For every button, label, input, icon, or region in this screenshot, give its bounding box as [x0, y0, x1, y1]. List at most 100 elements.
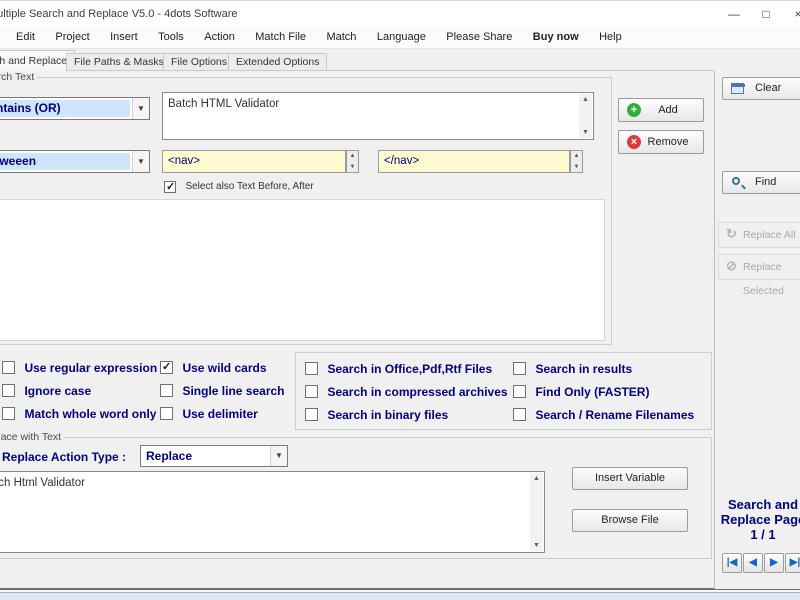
match-type-value: Contains (OR) — [0, 101, 61, 115]
nav-previous-button[interactable]: ◀ — [743, 553, 763, 573]
search-terms-list[interactable] — [0, 199, 605, 341]
search-text-area[interactable]: Batch HTML Validator ▲ ▼ — [162, 92, 594, 140]
browse-file-button[interactable]: Browse File — [572, 509, 688, 532]
window-title: Multiple Search and Replace V5.0 - 4dots… — [0, 1, 237, 27]
between-combo[interactable]: Betweeen ▼ — [0, 150, 150, 173]
find-button[interactable]: Find — [722, 171, 800, 194]
menu-please-share[interactable]: Please Share — [438, 27, 520, 48]
menu-match[interactable]: Match — [318, 27, 364, 48]
use-regular-expression-checkbox[interactable] — [2, 361, 15, 374]
between-from-field[interactable]: <nav> — [162, 150, 346, 173]
page-indicator-line2: Replace Page — [716, 512, 800, 527]
search-compressed-label: Search in compressed archives — [327, 385, 507, 399]
scroll-up-icon[interactable]: ▲ — [579, 94, 592, 105]
select-also-checkbox-row[interactable]: Select also Text Before, After — [164, 178, 314, 194]
replace-action-type-combo[interactable]: Replace ▼ — [140, 445, 288, 467]
insert-variable-label: Insert Variable — [573, 468, 687, 489]
chevron-down-icon[interactable]: ▼ — [270, 446, 287, 466]
search-text-value: Batch HTML Validator — [168, 98, 279, 110]
search-compressed-row[interactable]: Search in compressed archives — [305, 383, 508, 399]
between-from-spinner[interactable]: ▲ ▼ — [346, 150, 359, 173]
spin-down-icon[interactable]: ▼ — [347, 162, 358, 172]
find-only-label: Find Only (FASTER) — [535, 385, 649, 399]
tab-file-paths-masks[interactable]: File Paths & Masks — [66, 53, 172, 71]
between-to-field[interactable]: </nav> — [378, 150, 570, 173]
use-wild-cards-checkbox[interactable] — [160, 361, 173, 374]
tab-extended-options[interactable]: Extended Options — [228, 53, 327, 71]
replace-text-area[interactable]: Batch Html Validator ▲ ▼ — [0, 471, 545, 553]
remove-button-label: Remove — [619, 131, 703, 153]
replace-text-scrollbar[interactable]: ▲ ▼ — [530, 473, 543, 551]
tab-search-and-replace[interactable]: Search and Replace — [0, 50, 75, 71]
single-line-search-row[interactable]: Single line search — [160, 382, 285, 398]
chevron-down-icon[interactable]: ▼ — [132, 151, 149, 172]
use-delimiter-checkbox[interactable] — [160, 407, 173, 420]
nav-last-button[interactable]: ▶| — [785, 553, 800, 573]
spin-down-icon[interactable]: ▼ — [571, 162, 582, 172]
clear-button-label: Clear — [755, 78, 781, 99]
search-binary-checkbox[interactable] — [305, 408, 318, 421]
menu-project[interactable]: Project — [47, 27, 97, 48]
tab-file-options[interactable]: File Options — [163, 53, 235, 71]
search-compressed-checkbox[interactable] — [305, 385, 318, 398]
menu-insert[interactable]: Insert — [102, 27, 146, 48]
replace-all-button[interactable]: ↻ Replace All — [718, 222, 800, 248]
remove-button[interactable]: × Remove — [618, 130, 704, 154]
menu-tools[interactable]: Tools — [150, 27, 192, 48]
chevron-down-icon[interactable]: ▼ — [132, 98, 149, 119]
menu-help[interactable]: Help — [591, 27, 630, 48]
between-to-spinner[interactable]: ▲ ▼ — [570, 150, 583, 173]
minimize-icon: — — [728, 7, 740, 21]
search-office-row[interactable]: Search in Office,Pdf,Rtf Files — [305, 360, 492, 376]
menu-action[interactable]: Action — [196, 27, 243, 48]
rename-filenames-row[interactable]: Search / Rename Filenames — [513, 406, 694, 422]
use-regular-expression-row[interactable]: Use regular expression — [2, 359, 157, 375]
screen: Multiple Search and Replace V5.0 - 4dots… — [0, 0, 800, 600]
page-indicator-line3: 1 / 1 — [716, 527, 800, 542]
search-office-checkbox[interactable] — [305, 362, 318, 375]
search-in-results-checkbox[interactable] — [513, 362, 526, 375]
replace-action-type-label: Replace Action Type : — [2, 450, 126, 464]
replace-selected-button[interactable]: ⊘ Replace Selected — [718, 254, 800, 280]
find-only-checkbox[interactable] — [513, 385, 526, 398]
insert-variable-button[interactable]: Insert Variable — [572, 467, 688, 490]
scroll-down-icon[interactable]: ▼ — [579, 127, 592, 138]
minimize-button[interactable]: — — [718, 1, 750, 27]
add-button[interactable]: + Add — [618, 98, 704, 122]
spin-up-icon[interactable]: ▲ — [571, 151, 582, 161]
rename-filenames-checkbox[interactable] — [513, 408, 526, 421]
close-button[interactable]: × — [782, 1, 800, 27]
single-line-search-checkbox[interactable] — [160, 384, 173, 397]
menu-edit[interactable]: Edit — [8, 27, 43, 48]
search-in-results-row[interactable]: Search in results — [513, 360, 632, 376]
next-page-icon: ▶ — [770, 557, 778, 568]
replace-selected-label: Replace Selected — [719, 255, 800, 303]
ignore-case-checkbox[interactable] — [2, 384, 15, 397]
use-delimiter-row[interactable]: Use delimiter — [160, 405, 258, 421]
clear-button[interactable]: Clear — [722, 77, 800, 100]
ignore-case-row[interactable]: Ignore case — [2, 382, 91, 398]
nav-first-button[interactable]: |◀ — [722, 553, 742, 573]
match-whole-word-row[interactable]: Match whole word only — [2, 405, 156, 421]
maximize-button[interactable]: □ — [750, 1, 782, 27]
scroll-up-icon[interactable]: ▲ — [530, 473, 543, 484]
select-also-checkbox[interactable] — [164, 181, 176, 193]
nav-next-button[interactable]: ▶ — [764, 553, 784, 573]
search-binary-row[interactable]: Search in binary files — [305, 406, 448, 422]
search-text-scrollbar[interactable]: ▲ ▼ — [579, 94, 592, 138]
menu-match-file[interactable]: Match File — [247, 27, 314, 48]
menu-language[interactable]: Language — [369, 27, 434, 48]
replace-group-label: Replace with Text — [0, 431, 64, 443]
search-icon — [732, 177, 740, 185]
find-only-row[interactable]: Find Only (FASTER) — [513, 383, 649, 399]
spin-up-icon[interactable]: ▲ — [347, 151, 358, 161]
single-line-search-label: Single line search — [182, 384, 284, 398]
app-window: Multiple Search and Replace V5.0 - 4dots… — [0, 0, 800, 590]
desktop-strip — [0, 592, 800, 600]
match-type-combo[interactable]: Contains (OR) ▼ — [0, 97, 150, 120]
ignore-case-label: Ignore case — [24, 384, 91, 398]
use-wild-cards-row[interactable]: Use wild cards — [160, 359, 267, 375]
scroll-down-icon[interactable]: ▼ — [530, 540, 543, 551]
match-whole-word-checkbox[interactable] — [2, 407, 15, 420]
menu-buy-now[interactable]: Buy now — [525, 27, 587, 48]
